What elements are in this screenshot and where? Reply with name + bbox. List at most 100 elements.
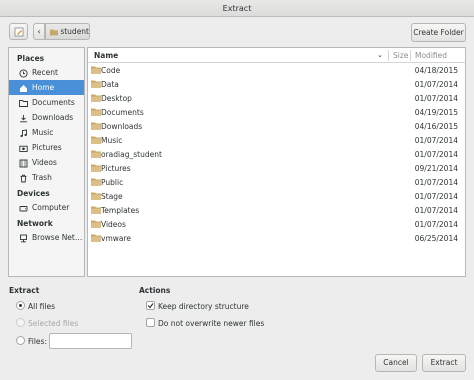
- file-name: Code: [101, 65, 121, 75]
- create-folder-button[interactable]: Create Folder: [411, 23, 466, 42]
- file-row[interactable]: Pictures 09/21/2014: [88, 161, 465, 175]
- sidebar-item-label: Downloads: [32, 113, 74, 122]
- file-modified: 01/07/2014: [414, 177, 458, 187]
- column-size[interactable]: Size: [393, 51, 408, 60]
- keep-structure-label[interactable]: Keep directory structure: [158, 302, 249, 311]
- folder-icon: [91, 178, 101, 186]
- file-row[interactable]: Documents 04/19/2015: [88, 105, 465, 119]
- file-modified: 01/07/2014: [414, 149, 458, 159]
- sidebar-item-trash[interactable]: Trash: [9, 170, 84, 185]
- network-heading: Network: [17, 219, 53, 228]
- sidebar-item-label: Documents: [32, 98, 75, 107]
- file-row[interactable]: Stage 01/07/2014: [88, 189, 465, 203]
- file-modified: 04/18/2015: [414, 65, 458, 75]
- folder-icon: [91, 192, 101, 200]
- file-name: Stage: [101, 191, 123, 201]
- file-row[interactable]: Music 01/07/2014: [88, 133, 465, 147]
- file-name: Music: [101, 135, 123, 145]
- file-name: Pictures: [101, 163, 131, 173]
- file-row[interactable]: Data 01/07/2014: [88, 77, 465, 91]
- chevron-left-icon: ‹: [37, 27, 41, 36]
- extract-button[interactable]: Extract: [422, 354, 466, 372]
- file-modified: 01/07/2014: [414, 93, 458, 103]
- file-modified: 06/25/2014: [414, 233, 458, 243]
- cancel-button[interactable]: Cancel: [375, 354, 417, 372]
- folder-icon: [91, 66, 101, 74]
- file-list[interactable]: Name ⌄ Size Modified Code 04/18/2015 Data 0…: [87, 47, 466, 277]
- home-icon: [19, 83, 28, 92]
- sidebar-item-documents[interactable]: Documents: [9, 95, 84, 110]
- file-modified: 04/16/2015: [414, 121, 458, 131]
- folder-icon: [91, 122, 101, 130]
- extract-heading: Extract: [9, 286, 40, 295]
- trash-icon: [19, 173, 28, 183]
- file-row[interactable]: Downloads 04/16/2015: [88, 119, 465, 133]
- files-radio[interactable]: [16, 336, 25, 345]
- file-row[interactable]: Desktop 01/07/2014: [88, 91, 465, 105]
- folder-icon: [91, 150, 101, 158]
- file-name: Videos: [101, 219, 126, 229]
- sidebar-item-recent[interactable]: Recent: [9, 65, 84, 80]
- folder-icon: [91, 234, 101, 242]
- path-back-button[interactable]: ‹: [33, 23, 45, 40]
- file-modified: 01/07/2014: [414, 219, 458, 229]
- file-modified: 09/21/2014: [414, 163, 458, 173]
- sidebar-item-label: Videos: [32, 158, 57, 167]
- sidebar-item-downloads[interactable]: Downloads: [9, 110, 84, 125]
- sidebar-item-pictures[interactable]: Pictures: [9, 140, 84, 155]
- file-row[interactable]: Templates 01/07/2014: [88, 203, 465, 217]
- network-icon: [19, 233, 28, 243]
- sidebar-item-videos[interactable]: Videos: [9, 155, 84, 170]
- drive-icon: [19, 203, 28, 212]
- sidebar-item-label: Computer: [32, 203, 70, 212]
- all-files-label[interactable]: All files: [28, 302, 55, 311]
- sidebar-item-label: Recent: [32, 68, 58, 77]
- no-overwrite-label[interactable]: Do not overwrite newer files: [158, 319, 264, 328]
- sidebar-item-browse-net[interactable]: Browse Net…: [9, 230, 84, 245]
- edit-location-button[interactable]: [9, 23, 28, 40]
- sidebar-item-music[interactable]: Music: [9, 125, 84, 140]
- folder-icon: [91, 94, 101, 102]
- sidebar-item-label: Trash: [32, 173, 52, 182]
- column-modified[interactable]: Modified: [415, 51, 447, 60]
- sidebar-item-label: Music: [32, 128, 54, 137]
- clock-icon: [19, 68, 28, 78]
- file-row[interactable]: oradiag_student 01/07/2014: [88, 147, 465, 161]
- folder-icon: [19, 98, 28, 107]
- all-files-radio[interactable]: [16, 301, 25, 310]
- file-modified: 01/07/2014: [414, 205, 458, 215]
- sort-chevron-icon: ⌄: [377, 51, 383, 59]
- sidebar-item-computer[interactable]: Computer: [9, 200, 84, 215]
- file-row[interactable]: Public 01/07/2014: [88, 175, 465, 189]
- file-name: Documents: [101, 107, 144, 117]
- selected-files-radio[interactable]: [16, 318, 25, 327]
- folder-icon: [91, 164, 101, 172]
- file-name: Downloads: [101, 121, 143, 131]
- pencil-icon: [14, 27, 23, 36]
- file-row[interactable]: vmware 06/25/2014: [88, 231, 465, 245]
- folder-icon: [91, 220, 101, 228]
- file-name: vmware: [101, 233, 132, 243]
- file-row[interactable]: Code 04/18/2015: [88, 63, 465, 77]
- folder-icon: [91, 136, 101, 144]
- folder-icon: [91, 206, 101, 214]
- file-name: Templates: [101, 205, 140, 215]
- files-pattern-input[interactable]: [49, 333, 132, 349]
- files-label[interactable]: Files:: [28, 337, 47, 346]
- path-folder-button[interactable]: student: [45, 23, 90, 40]
- selected-files-label[interactable]: Selected files: [28, 319, 78, 328]
- film-icon: [19, 158, 28, 168]
- file-name: oradiag_student: [101, 149, 162, 159]
- download-icon: [19, 113, 28, 123]
- column-name[interactable]: Name: [94, 51, 118, 60]
- keep-structure-checkbox[interactable]: [146, 301, 155, 310]
- no-overwrite-checkbox[interactable]: [146, 318, 155, 327]
- folder-icon: [91, 108, 101, 116]
- window-title: Extract: [0, 0, 474, 17]
- sidebar-item-home[interactable]: Home: [9, 80, 84, 95]
- sidebar-item-label: Browse Net…: [32, 233, 83, 242]
- music-icon: [19, 128, 28, 138]
- file-name: Desktop: [101, 93, 132, 103]
- file-row[interactable]: Videos 01/07/2014: [88, 217, 465, 231]
- file-modified: 01/07/2014: [414, 191, 458, 201]
